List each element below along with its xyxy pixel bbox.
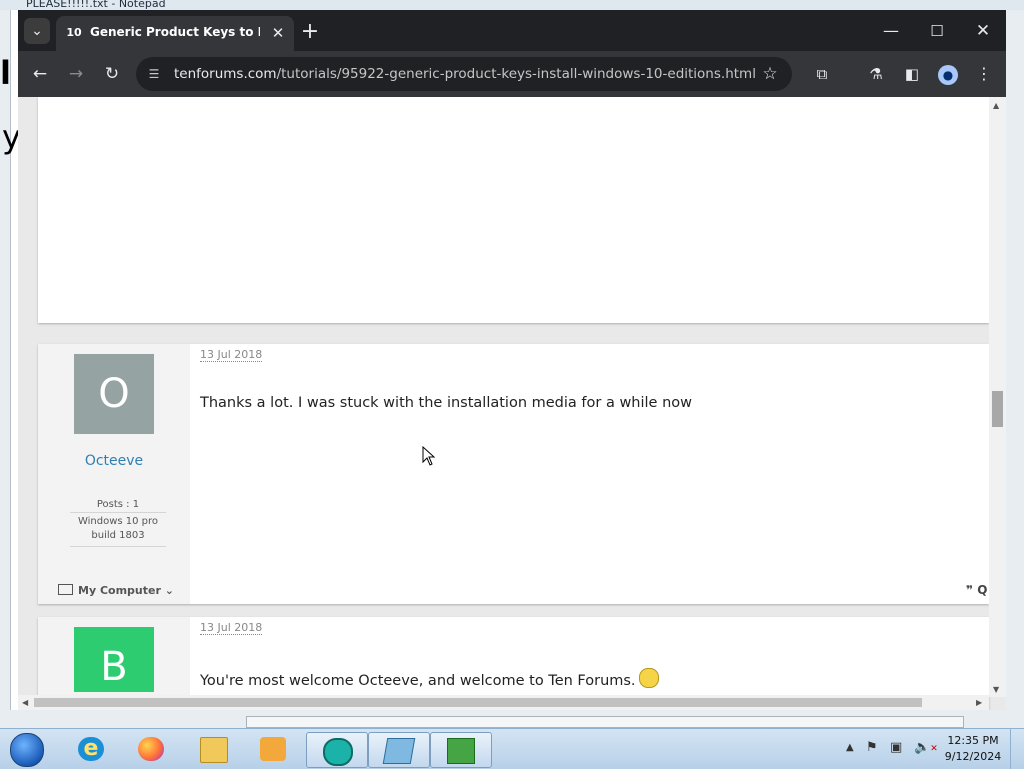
page-viewport: O Octeeve Posts : 1 Windows 10 pro build… bbox=[18, 97, 1006, 710]
taskbar-internet-explorer[interactable]: e bbox=[62, 732, 118, 766]
horizontal-scrollbar[interactable]: ◀ ▶ bbox=[18, 695, 989, 710]
chrome-window: ⌄ 10 Generic Product Keys to Install ✕ +… bbox=[18, 10, 1006, 710]
background-window-title: PLEASE!!!!!.txt - Notepad bbox=[26, 0, 166, 10]
background-window-right-edge bbox=[1006, 10, 1024, 728]
tenforums-favicon-icon: 10 bbox=[66, 26, 82, 39]
windows-logo-icon bbox=[10, 733, 44, 767]
internet-explorer-icon: e bbox=[78, 737, 104, 761]
firefox-icon bbox=[138, 737, 164, 761]
taskbar-firefox[interactable] bbox=[122, 732, 178, 766]
show-desktop-button[interactable] bbox=[1010, 729, 1024, 769]
post-user-panel: O Octeeve Posts : 1 Windows 10 pro build… bbox=[38, 344, 190, 604]
notepad-icon bbox=[382, 738, 416, 764]
media-player-icon bbox=[260, 737, 286, 761]
my-computer-label: My Computer bbox=[78, 584, 161, 597]
extensions-icon[interactable]: ⧉ bbox=[810, 62, 834, 86]
scroll-right-arrow-icon[interactable]: ▶ bbox=[976, 698, 982, 707]
folder-icon bbox=[200, 737, 228, 763]
post-message: Thanks a lot. I was stuck with the insta… bbox=[200, 395, 693, 411]
taskbar-media-player[interactable] bbox=[244, 732, 300, 766]
network-icon[interactable]: ▣ bbox=[890, 740, 902, 755]
posts-count: Posts : 1 bbox=[70, 499, 166, 513]
reload-button[interactable]: ↻ bbox=[99, 61, 125, 87]
app-icon bbox=[447, 738, 475, 764]
vertical-scrollbar[interactable]: ▲ ▼ bbox=[989, 97, 1006, 697]
volume-muted-icon[interactable]: 🔈✕ bbox=[914, 740, 938, 755]
avatar[interactable]: O bbox=[74, 354, 154, 434]
vertical-scrollbar-thumb[interactable] bbox=[992, 391, 1003, 427]
system-tray: ▲ ⚑ ▣ 🔈✕ 12:35 PM 9/12/2024 bbox=[842, 729, 1024, 769]
post-date: 13 Jul 2018 bbox=[200, 348, 263, 362]
tab-title: Generic Product Keys to Install bbox=[90, 25, 260, 39]
maximize-button[interactable]: ☐ bbox=[924, 18, 950, 44]
content-card bbox=[38, 97, 989, 323]
taskbar: e ▲ ⚑ ▣ 🔈✕ 12:35 PM 9/12/2024 bbox=[0, 728, 1024, 769]
profile-avatar-icon[interactable]: ● bbox=[936, 62, 960, 86]
background-text-fragment: l bbox=[0, 54, 11, 92]
my-computer-dropdown[interactable]: My Computer ⌄ bbox=[58, 584, 174, 597]
clock-date: 9/12/2024 bbox=[944, 750, 1002, 763]
bookmark-star-icon[interactable]: ☆ bbox=[760, 64, 780, 84]
labs-flask-icon[interactable]: ⚗ bbox=[864, 62, 888, 86]
post-message: You're most welcome Octeeve, and welcome… bbox=[200, 668, 659, 689]
browser-app-icon bbox=[323, 738, 353, 766]
profile-glyph: ● bbox=[938, 65, 958, 85]
taskbar-notepad[interactable] bbox=[368, 732, 430, 768]
forum-post: O Octeeve Posts : 1 Windows 10 pro build… bbox=[38, 344, 989, 604]
taskbar-chrome[interactable] bbox=[306, 732, 368, 768]
quote-button[interactable]: ❞ Q bbox=[966, 583, 987, 597]
horizontal-scrollbar-thumb[interactable] bbox=[34, 698, 922, 707]
post-date: 13 Jul 2018 bbox=[200, 621, 263, 635]
side-panel-icon[interactable]: ◧ bbox=[900, 62, 924, 86]
user-stats: Posts : 1 Windows 10 pro build 1803 bbox=[70, 499, 166, 547]
tab-search-button[interactable]: ⌄ bbox=[24, 18, 50, 44]
avatar[interactable]: B bbox=[74, 627, 154, 692]
site-info-icon[interactable]: ☰ bbox=[146, 66, 162, 82]
start-button[interactable] bbox=[4, 730, 48, 768]
speaker-icon: 🔈 bbox=[914, 740, 931, 755]
forward-button[interactable]: → bbox=[63, 61, 89, 87]
tab-active[interactable]: 10 Generic Product Keys to Install ✕ bbox=[56, 16, 294, 51]
taskbar-file-explorer[interactable] bbox=[184, 732, 240, 766]
chevron-down-icon: ⌄ bbox=[164, 584, 174, 597]
browser-toolbar: ← → ↻ ☰ tenforums.com/tutorials/95922-ge… bbox=[18, 51, 1006, 97]
close-window-button[interactable]: ✕ bbox=[970, 18, 996, 44]
url-domain: tenforums.com bbox=[174, 66, 277, 82]
minimize-button[interactable]: — bbox=[878, 18, 904, 44]
clock-time: 12:35 PM bbox=[947, 734, 999, 747]
scroll-left-arrow-icon[interactable]: ◀ bbox=[22, 698, 28, 707]
taskbar-app[interactable] bbox=[430, 732, 492, 768]
back-button[interactable]: ← bbox=[27, 61, 53, 87]
url-text[interactable]: tenforums.com/tutorials/95922-generic-pr… bbox=[174, 66, 756, 82]
show-hidden-icons-icon[interactable]: ▲ bbox=[846, 742, 854, 753]
post-message-text: You're most welcome Octeeve, and welcome… bbox=[200, 673, 636, 689]
username-link[interactable]: Octeeve bbox=[38, 453, 190, 469]
smiley-icon bbox=[638, 668, 659, 688]
new-tab-button[interactable]: + bbox=[298, 20, 322, 44]
action-center-flag-icon[interactable]: ⚑ bbox=[866, 740, 878, 755]
user-os: Windows 10 pro build 1803 bbox=[70, 513, 166, 547]
tab-strip: ⌄ 10 Generic Product Keys to Install ✕ +… bbox=[18, 10, 1006, 51]
scroll-down-arrow-icon[interactable]: ▼ bbox=[993, 685, 999, 694]
scroll-up-arrow-icon[interactable]: ▲ bbox=[993, 101, 999, 110]
computer-icon bbox=[58, 584, 73, 595]
chevron-down-icon: ⌄ bbox=[31, 23, 43, 39]
muted-x-icon: ✕ bbox=[930, 744, 938, 754]
background-horizontal-scrollbar[interactable] bbox=[246, 716, 964, 728]
address-bar[interactable]: ☰ tenforums.com/tutorials/95922-generic-… bbox=[136, 57, 792, 91]
tab-close-icon[interactable]: ✕ bbox=[268, 23, 288, 43]
clock[interactable]: 12:35 PM 9/12/2024 bbox=[940, 733, 1006, 765]
background-window-titlebar[interactable]: PLEASE!!!!!.txt - Notepad bbox=[0, 0, 1024, 10]
more-menu-icon[interactable]: ⋮ bbox=[972, 62, 996, 86]
url-path: /tutorials/95922-generic-product-keys-in… bbox=[276, 66, 756, 82]
